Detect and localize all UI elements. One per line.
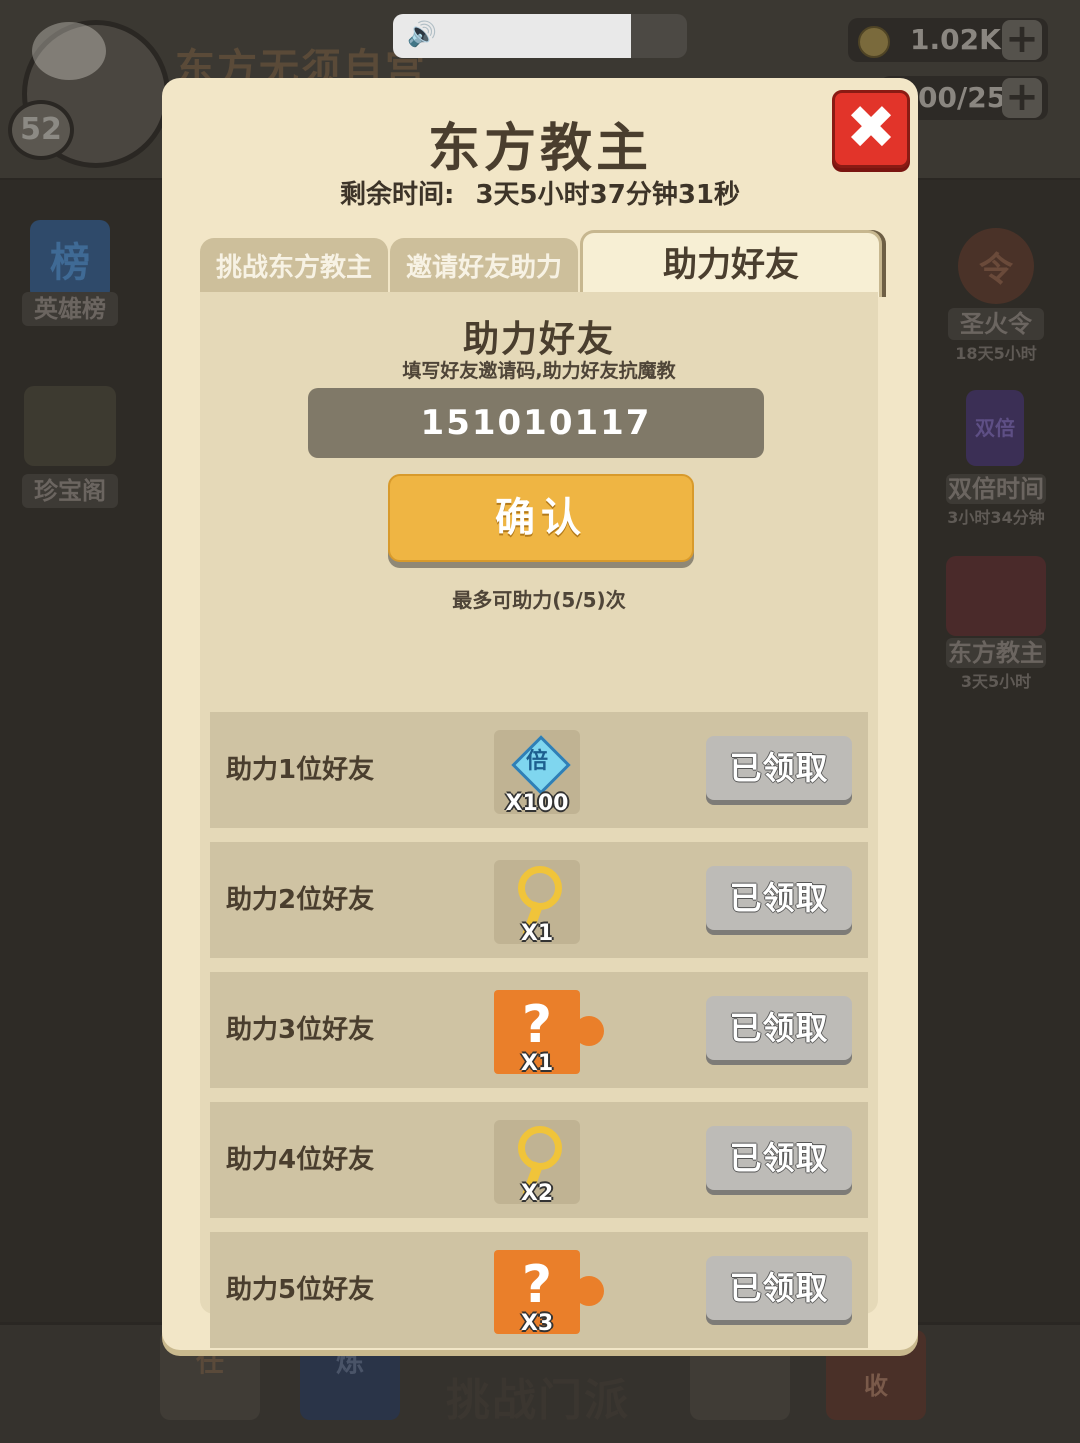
gem-char: 倍 — [525, 749, 548, 774]
mystery-puzzle-icon: ? X1 — [494, 990, 604, 1076]
double-time-label[interactable]: 双倍时间 — [946, 474, 1046, 504]
treasure-pavilion-label[interactable]: 珍宝阁 — [22, 474, 118, 508]
question-mark: ? — [521, 1255, 553, 1315]
reward-row-label: 助力4位好友 — [226, 1145, 375, 1175]
gold-key-icon: X2 — [494, 1120, 580, 1206]
reward-row: 助力3位好友 ? X1 已领取 — [210, 972, 868, 1088]
mystery-puzzle-icon: ? X3 — [494, 1250, 604, 1336]
east-master-temple-icon[interactable] — [946, 556, 1046, 636]
reward-row: 助力2位好友 X1 已领取 — [210, 842, 868, 958]
coin-amount: 1.02K — [910, 23, 1001, 56]
reward-quantity: X2 — [520, 1181, 554, 1206]
reward-quantity: X100 — [505, 791, 569, 816]
coin-resource: 1.02K + — [848, 18, 1048, 62]
double-gem-icon: 倍 X100 — [494, 730, 580, 816]
reward-row: 助力4位好友 X2 已领取 — [210, 1102, 868, 1218]
question-mark: ? — [521, 995, 553, 1055]
tab-invite-friends[interactable]: 邀请好友助力 — [390, 238, 578, 294]
hero-rank-icon-text: 榜 — [50, 240, 90, 286]
tab-challenge-master[interactable]: 挑战东方教主 — [200, 238, 388, 294]
invite-code-input[interactable]: 151010117 — [308, 388, 764, 458]
claimed-button[interactable]: 已领取 — [706, 1256, 852, 1320]
avatar-face — [32, 22, 106, 80]
level-badge: 52 — [8, 100, 74, 160]
add-stamina-button[interactable]: + — [1002, 77, 1042, 118]
east-master-dialog: 东方教主 剩余时间: 3天5小时37分钟31秒 ✖ 挑战东方教主 邀请好友助力 … — [162, 78, 918, 1350]
collect-nav-icon-text: 收 — [864, 1372, 888, 1400]
double-time-icon[interactable]: 双倍 — [966, 390, 1024, 466]
claimed-button[interactable]: 已领取 — [706, 996, 852, 1060]
help-friends-panel: 助力好友 填写好友邀请码,助力好友抗魔教 151010117 确认 最多可助力(… — [200, 292, 878, 1348]
claimed-button[interactable]: 已领取 — [706, 1126, 852, 1190]
holy-fire-token-icon[interactable]: 令 — [958, 228, 1034, 304]
remaining-time-label: 剩余时间: — [339, 180, 455, 210]
reward-quantity: X1 — [520, 921, 554, 946]
holy-fire-label[interactable]: 圣火令 — [948, 308, 1044, 340]
section-title: 助力好友 — [462, 319, 615, 360]
hero-rank-icon[interactable]: 榜 — [30, 220, 110, 300]
reward-row-label: 助力3位好友 — [226, 1015, 375, 1045]
double-time-icon-text: 双倍 — [975, 416, 1015, 440]
reward-row-label: 助力5位好友 — [226, 1275, 375, 1305]
reward-quantity: X3 — [520, 1311, 554, 1336]
help-limit-text: 最多可助力(5/5)次 — [452, 588, 626, 612]
stamina-amount: 00/25 — [918, 81, 1007, 114]
coin-icon — [858, 26, 890, 58]
tab-help-friends[interactable]: 助力好友 — [580, 230, 882, 297]
holy-fire-timer: 18天5小时 — [955, 344, 1037, 363]
remaining-time-value: 3天5小时37分钟31秒 — [475, 180, 740, 210]
speaker-icon: 🔊 — [407, 20, 437, 48]
claimed-button[interactable]: 已领取 — [706, 736, 852, 800]
hero-rank-label[interactable]: 英雄榜 — [22, 292, 118, 326]
dialog-title: 东方教主 — [427, 119, 652, 179]
east-master-timer: 3天5小时 — [960, 672, 1032, 691]
reward-row: 助力5位好友 ? X3 已领取 — [210, 1232, 868, 1348]
remaining-time: 剩余时间: 3天5小时37分钟31秒 — [162, 174, 918, 211]
add-coin-button[interactable]: + — [1002, 19, 1042, 60]
reward-row-label: 助力2位好友 — [226, 885, 375, 915]
reward-quantity: X1 — [520, 1051, 554, 1076]
reward-row-label: 助力1位好友 — [226, 755, 375, 785]
treasure-chest-icon[interactable] — [24, 386, 116, 466]
east-master-label[interactable]: 东方教主 — [946, 638, 1046, 668]
reward-row: 助力1位好友 倍 X100 已领取 — [210, 712, 868, 828]
double-time-timer: 3小时34分钟 — [947, 508, 1045, 527]
confirm-button[interactable]: 确认 — [388, 474, 694, 562]
claimed-button[interactable]: 已领取 — [706, 866, 852, 930]
close-icon: ✖ — [845, 93, 897, 163]
section-subtitle: 填写好友邀请码,助力好友抗魔教 — [402, 360, 676, 382]
gold-key-icon: X1 — [494, 860, 580, 946]
close-button[interactable]: ✖ — [832, 90, 910, 168]
challenge-sect-button[interactable]: 挑战门派 — [446, 1364, 630, 1428]
volume-slider[interactable]: 🔊 — [393, 14, 687, 58]
holy-fire-icon-text: 令 — [979, 250, 1013, 290]
